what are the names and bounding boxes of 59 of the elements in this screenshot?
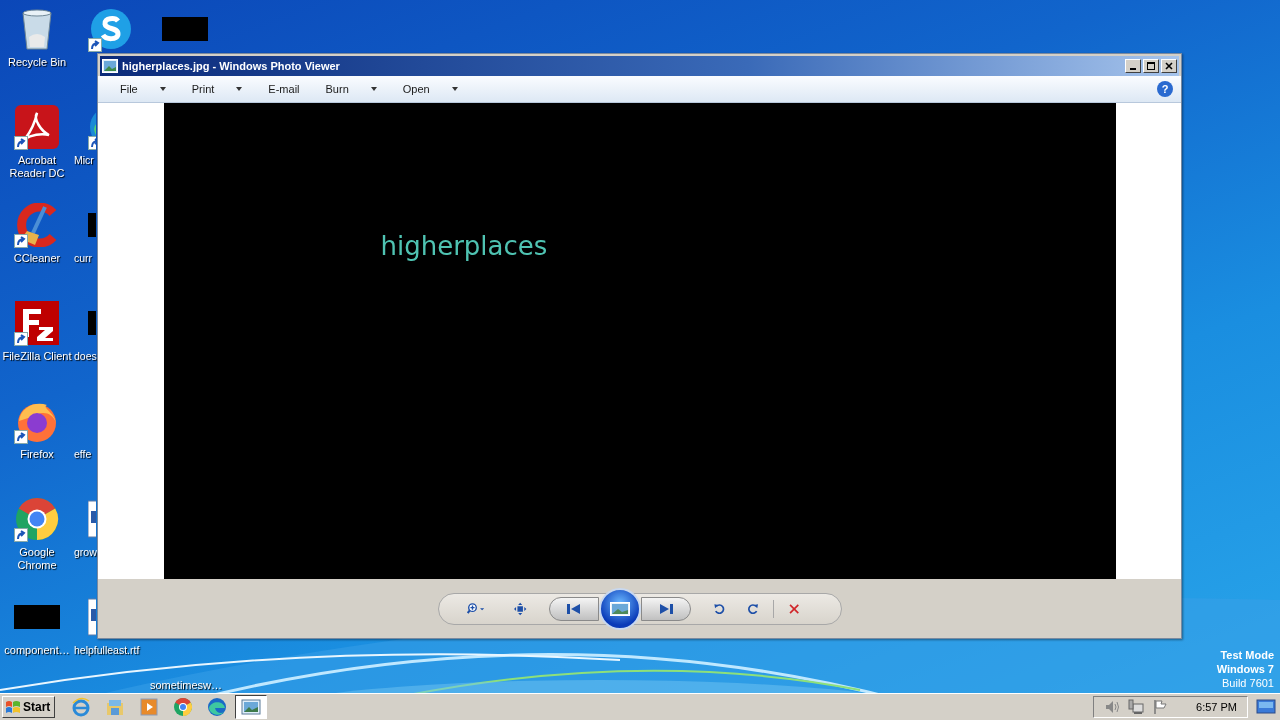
os-notice-text: Test Mode: [1220, 648, 1274, 662]
menu-button[interactable]: Print: [181, 83, 253, 95]
picture-icon: [609, 601, 630, 616]
icon-label[interactable]: does: [73, 350, 97, 363]
edge-icon: [207, 697, 228, 717]
start-button[interactable]: Start: [2, 696, 56, 718]
icon-label[interactable]: Firefox: [1, 448, 73, 461]
slideshow-button[interactable]: [598, 587, 641, 630]
icon-label[interactable]: CCleaner: [1, 252, 73, 265]
os-notice-text: Windows 7: [1216, 662, 1274, 676]
icon-label[interactable]: Micr: [73, 154, 94, 167]
menu-button[interactable]: Open: [392, 83, 468, 95]
menu-button[interactable]: E-mail: [258, 83, 310, 95]
chrome-icon: [173, 697, 194, 717]
media-player-icon: [139, 697, 160, 717]
caret-icon: [159, 87, 166, 91]
caret-icon: [236, 87, 243, 91]
menu-button[interactable]: Burn: [315, 83, 387, 95]
taskbar-app-button[interactable]: [235, 695, 268, 719]
show-desktop-icon[interactable]: [1256, 699, 1276, 715]
icon-label[interactable]: curr: [73, 252, 93, 265]
caret-icon: [370, 87, 377, 91]
window-title: higherplaces.jpg - Windows Photo Viewer: [122, 60, 341, 72]
photo-viewer-icon: [102, 59, 118, 73]
icon-label[interactable]: component…: [1, 644, 73, 657]
minimize-button[interactable]: [1125, 59, 1141, 73]
internet-explorer-icon: [71, 697, 92, 717]
icon-label[interactable]: FileZilla Client: [1, 350, 73, 363]
close-icon: [1164, 61, 1174, 71]
icon-label[interactable]: Recycle Bin: [1, 56, 73, 69]
next-button[interactable]: [640, 596, 691, 621]
folder-icon: [105, 697, 126, 717]
minimize-icon: [1130, 68, 1136, 70]
next-icon: [657, 602, 674, 615]
flag-icon[interactable]: [1152, 699, 1169, 715]
filezilla-icon[interactable]: [14, 300, 60, 346]
icon-label[interactable]: sometimesw…: [147, 679, 223, 692]
windows-logo-icon: [5, 700, 21, 714]
photo-viewer-icon: [241, 697, 262, 717]
clock[interactable]: 6:57 PM: [1196, 701, 1237, 713]
icon-label[interactable]: helpfulleast.rtf: [73, 644, 140, 657]
icon-label[interactable]: Acrobat Reader DC: [1, 154, 73, 180]
acrobat-icon[interactable]: [14, 104, 60, 150]
icon-label[interactable]: Google Chrome: [1, 546, 73, 572]
skype-icon[interactable]: [88, 6, 134, 52]
close-button[interactable]: [1161, 59, 1177, 73]
help-button[interactable]: ?: [1157, 81, 1173, 97]
maximize-button[interactable]: [1143, 59, 1159, 73]
maximize-icon: [1146, 61, 1156, 71]
previous-icon: [565, 602, 582, 615]
network-icon[interactable]: [1128, 699, 1145, 715]
icon-label[interactable]: grow: [73, 546, 97, 559]
os-notice-text: Build 7601: [1222, 676, 1274, 690]
image-text: higherplaces: [380, 231, 548, 261]
previous-button[interactable]: [548, 596, 599, 621]
caret-icon: [451, 87, 458, 91]
menu-button[interactable]: File: [110, 83, 176, 95]
icon-label[interactable]: effe: [73, 448, 92, 461]
chrome-icon[interactable]: [14, 496, 60, 542]
